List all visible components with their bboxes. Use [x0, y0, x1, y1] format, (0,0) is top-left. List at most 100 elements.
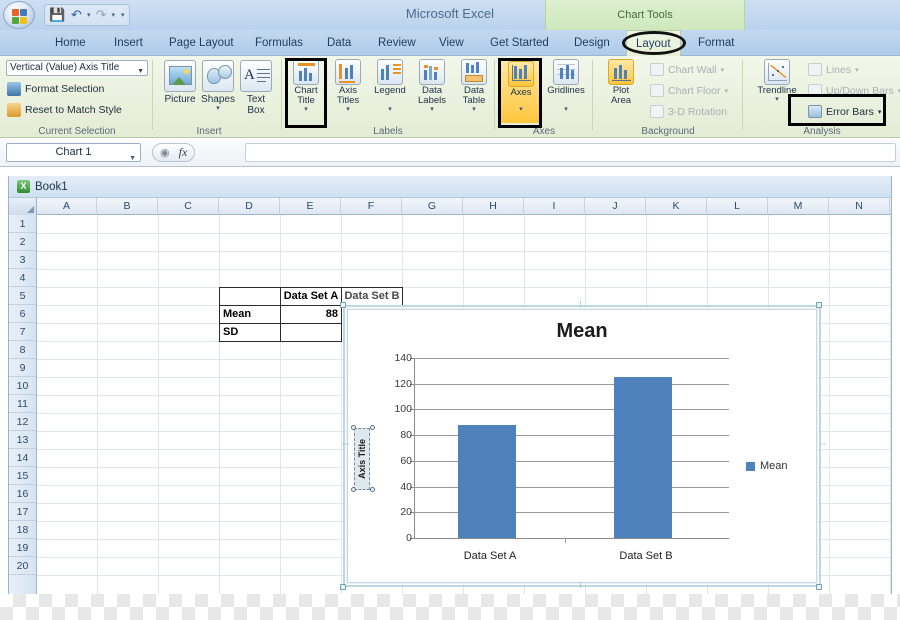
cell-f5[interactable]: Data Set B	[341, 287, 403, 306]
column-header-d[interactable]: D	[219, 198, 280, 215]
chart-handle-bottom-right[interactable]	[816, 584, 822, 590]
cell-e5[interactable]: Data Set A	[280, 287, 342, 306]
tab-review[interactable]: Review	[369, 30, 425, 56]
axis-title-handle-bl[interactable]	[351, 487, 356, 492]
chart-handle-top-center[interactable]: ⁝	[573, 300, 589, 309]
axis-titles-dropdown-icon[interactable]: ▾	[327, 106, 369, 114]
row-header[interactable]: 19	[9, 539, 36, 557]
plot-area[interactable]: 0 20 40 60 80 100 120 140	[394, 352, 729, 544]
axes-dropdown-icon[interactable]: ▾	[500, 106, 542, 114]
tab-format[interactable]: Format	[689, 30, 743, 56]
chevron-down-icon[interactable]: ▼	[129, 150, 136, 167]
fx-icon[interactable]: fx	[179, 145, 188, 160]
row-header[interactable]: 12	[9, 413, 36, 431]
column-header-a[interactable]: A	[37, 198, 97, 215]
chart-legend[interactable]: Mean	[746, 460, 788, 472]
column-header-c[interactable]: C	[158, 198, 219, 215]
row-header[interactable]: 20	[9, 557, 36, 575]
error-bars-button[interactable]: Error Bars ▾	[808, 103, 881, 120]
row-header[interactable]: 14	[9, 449, 36, 467]
plot-area-button[interactable]: Plot Area	[598, 59, 644, 106]
row-header[interactable]: 1	[9, 215, 36, 233]
column-header-e[interactable]: E	[280, 198, 341, 215]
value-axis-line	[414, 358, 415, 538]
bar-data-set-a[interactable]	[458, 425, 516, 538]
tab-get-started[interactable]: Get Started	[481, 30, 558, 56]
insert-function-circle-icon[interactable]: ◉	[160, 146, 170, 159]
column-header-l[interactable]: L	[707, 198, 768, 215]
row-header[interactable]: 10	[9, 377, 36, 395]
column-header-n[interactable]: N	[829, 198, 890, 215]
chart-title-button[interactable]: Chart Title ▾	[285, 59, 327, 114]
tab-layout[interactable]: Layout	[626, 30, 681, 56]
trendline-button[interactable]: Trendline ▾	[750, 59, 804, 104]
cell-d6[interactable]: Mean	[219, 305, 281, 324]
row-header[interactable]: 17	[9, 503, 36, 521]
legend-button[interactable]: Legend ▾	[369, 59, 411, 114]
axis-titles-button[interactable]: Axis Titles ▾	[327, 59, 369, 114]
data-labels-button[interactable]: Data Labels ▾	[411, 59, 453, 114]
row-header[interactable]: 9	[9, 359, 36, 377]
gridlines-button[interactable]: Gridlines ▾	[542, 59, 590, 114]
vertical-axis-title[interactable]: Axis Title	[354, 428, 370, 490]
row-header[interactable]: 15	[9, 467, 36, 485]
column-header-j[interactable]: J	[585, 198, 646, 215]
tab-insert[interactable]: Insert	[105, 30, 152, 56]
tab-home[interactable]: Home	[46, 30, 95, 56]
tab-formulas[interactable]: Formulas	[246, 30, 312, 56]
row-header[interactable]: 8	[9, 341, 36, 359]
data-labels-dropdown-icon[interactable]: ▾	[411, 106, 453, 114]
row-header[interactable]: 6	[9, 305, 36, 323]
row-header[interactable]: 11	[9, 395, 36, 413]
tab-data[interactable]: Data	[318, 30, 360, 56]
row-header[interactable]: 16	[9, 485, 36, 503]
axis-title-handle-tl[interactable]	[351, 425, 356, 430]
column-header-f[interactable]: F	[341, 198, 402, 215]
tab-design[interactable]: Design	[565, 30, 619, 56]
axes-button[interactable]: Axes ▾	[500, 59, 542, 123]
row-header[interactable]: 5	[9, 287, 36, 305]
legend-dropdown-icon[interactable]: ▾	[369, 106, 411, 114]
row-header[interactable]: 2	[9, 233, 36, 251]
column-header-h[interactable]: H	[463, 198, 524, 215]
data-table-dropdown-icon[interactable]: ▾	[453, 106, 495, 114]
column-header-m[interactable]: M	[768, 198, 829, 215]
tab-page-layout[interactable]: Page Layout	[160, 30, 243, 56]
chart-handle-top-right[interactable]	[816, 302, 822, 308]
column-header-b[interactable]: B	[97, 198, 158, 215]
name-box[interactable]: Chart 1 ▼	[6, 143, 141, 162]
data-table-button[interactable]: Data Table ▾	[453, 59, 495, 114]
chart-title[interactable]: Mean	[348, 320, 816, 343]
chart-handle-bottom-center[interactable]: ⁝	[573, 581, 589, 590]
row-header[interactable]: 4	[9, 269, 36, 287]
row-header[interactable]: 18	[9, 521, 36, 539]
chart-handle-top-left[interactable]	[340, 302, 346, 308]
cell-e6[interactable]: 88	[280, 305, 342, 324]
chart-handle-middle-left[interactable]: ⁝	[341, 437, 351, 453]
cell-e7[interactable]	[280, 323, 342, 342]
format-selection-button[interactable]: Format Selection	[7, 80, 104, 98]
chart-handle-middle-right[interactable]: ⁝	[818, 437, 828, 453]
row-header[interactable]: 3	[9, 251, 36, 269]
cell-d7[interactable]: SD	[219, 323, 281, 342]
excel-file-icon: X	[17, 180, 30, 193]
formula-input[interactable]	[245, 143, 896, 162]
chart-handle-bottom-left[interactable]	[340, 584, 346, 590]
gridlines-dropdown-icon[interactable]: ▾	[542, 106, 590, 114]
error-bars-dropdown-icon[interactable]: ▾	[878, 108, 882, 116]
select-all-corner[interactable]	[9, 198, 37, 215]
trendline-dropdown-icon[interactable]: ▾	[750, 96, 804, 104]
chart-title-dropdown-icon[interactable]: ▾	[285, 106, 327, 114]
cell-d5[interactable]	[219, 287, 281, 306]
row-header[interactable]: 7	[9, 323, 36, 341]
column-header-g[interactable]: G	[402, 198, 463, 215]
column-header-i[interactable]: I	[524, 198, 585, 215]
chart-element-select[interactable]: Vertical (Value) Axis Title ▼	[6, 60, 148, 76]
tab-view[interactable]: View	[430, 30, 473, 56]
bar-data-set-b[interactable]	[614, 377, 672, 538]
reset-to-match-style-button[interactable]: Reset to Match Style	[7, 101, 122, 119]
embedded-chart[interactable]: Mean Axis Title 0 20 40 60 80 100 120 14…	[347, 309, 817, 583]
row-header[interactable]: 13	[9, 431, 36, 449]
column-header-k[interactable]: K	[646, 198, 707, 215]
insert-text-box-button[interactable]: A Text Box	[234, 60, 278, 116]
